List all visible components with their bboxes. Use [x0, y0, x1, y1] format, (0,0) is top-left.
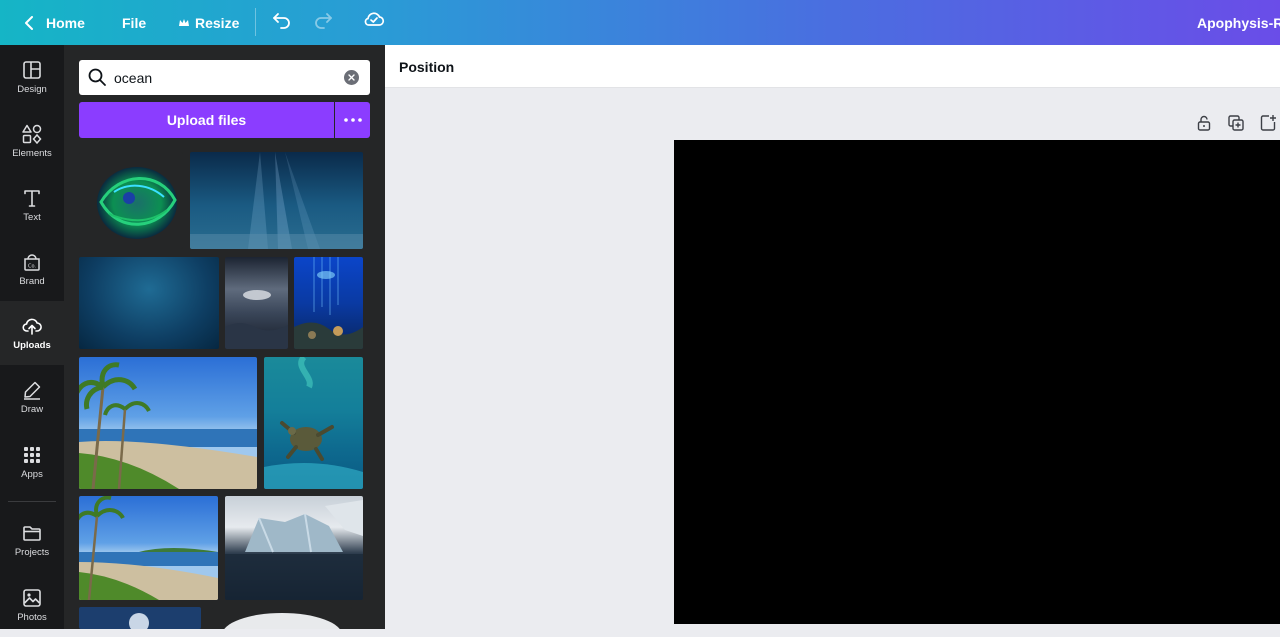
pen-icon	[24, 381, 41, 400]
thumbnail-underwater-rays[interactable]	[190, 152, 363, 249]
palm-beach-small-image	[79, 496, 218, 600]
chevron-left-icon	[25, 15, 33, 30]
rail-item-label: Uploads	[13, 339, 51, 351]
resize-label: Resize	[195, 14, 240, 31]
lock-page-button[interactable]	[1195, 114, 1213, 132]
home-button[interactable]: Home	[24, 0, 85, 45]
shapes-icon	[22, 124, 42, 144]
add-page-button[interactable]	[1259, 114, 1277, 132]
position-button[interactable]: Position	[399, 45, 454, 88]
folder-icon	[23, 525, 41, 541]
undo-button[interactable]	[270, 8, 294, 32]
rail-item-apps[interactable]: Apps	[0, 430, 64, 494]
rail-item-label: Apps	[21, 468, 43, 480]
thumbnail-underwater-jellyfish[interactable]	[294, 257, 363, 349]
palm-beach-image	[79, 362, 257, 489]
more-horizontal-icon	[343, 118, 362, 122]
rail-item-label: Text	[23, 211, 41, 223]
rail-item-label: Projects	[14, 546, 50, 558]
brand-kit-icon: Co.	[24, 253, 40, 271]
context-toolbar: Position	[385, 45, 1280, 88]
iceberg-image	[225, 500, 363, 600]
fractal-fish-image	[97, 167, 177, 239]
white-shape-image	[224, 613, 340, 629]
redo-button[interactable]	[311, 8, 335, 32]
thumbnail-palm-beach-small[interactable]	[79, 496, 218, 600]
cloud-check-icon	[364, 12, 385, 26]
svg-text:Co.: Co.	[28, 263, 36, 269]
undo-icon	[273, 13, 290, 29]
toolbar-divider	[255, 8, 256, 36]
search-icon	[88, 68, 106, 86]
rail-item-text[interactable]: Text	[0, 173, 64, 237]
thumbnail-sea-turtle[interactable]	[264, 357, 363, 489]
add-page-icon	[1260, 115, 1276, 131]
cloud-upload-icon	[22, 318, 42, 335]
rail-item-draw[interactable]: Draw	[0, 365, 64, 429]
rail-item-photos[interactable]: Photos	[0, 573, 64, 637]
thumbnail-fractal-fish[interactable]	[79, 152, 183, 249]
underwater-rays-image	[190, 152, 363, 249]
grid-icon	[24, 446, 40, 463]
crown-icon	[179, 18, 189, 26]
design-page[interactable]	[674, 140, 1280, 624]
rail-item-projects[interactable]: Projects	[0, 508, 64, 572]
upload-files-label: Upload files	[166, 112, 247, 128]
thumbnail-iceberg[interactable]	[225, 496, 363, 600]
home-label: Home	[46, 14, 85, 31]
sea-turtle-image	[264, 357, 363, 489]
top-bar: Home File Resize Apophysis-Re	[0, 0, 1280, 45]
lock-icon	[1197, 115, 1211, 131]
redo-icon	[315, 13, 332, 29]
save-status-button[interactable]	[362, 7, 386, 31]
rail-item-label: Design	[17, 83, 47, 95]
close-icon	[348, 74, 355, 81]
rail-divider	[8, 501, 56, 502]
duplicate-page-button[interactable]	[1227, 114, 1245, 132]
text-icon	[24, 189, 40, 207]
uploads-panel: Upload files	[64, 45, 385, 629]
thumbnail-palm-beach[interactable]	[79, 357, 257, 489]
thumbnail-storm-sea[interactable]	[225, 257, 288, 349]
rail-item-label: Brand	[19, 275, 45, 287]
underwater-jellyfish-image	[294, 257, 363, 349]
rail-item-elements[interactable]: Elements	[0, 109, 64, 173]
file-label: File	[122, 14, 147, 31]
duplicate-icon	[1228, 115, 1244, 131]
rail-item-brand[interactable]: Co. Brand	[0, 237, 64, 301]
upload-more-options-button[interactable]	[335, 102, 370, 138]
left-rail: Design Elements Text Co. Brand Uploads D…	[0, 45, 64, 629]
thumbnail-deep-blue-water[interactable]	[79, 257, 219, 349]
clear-search-button[interactable]	[344, 70, 359, 85]
image-icon	[23, 588, 41, 607]
upload-files-button[interactable]: Upload files	[79, 102, 334, 138]
layout-icon	[23, 60, 41, 79]
rail-item-label: Draw	[20, 403, 44, 415]
rail-item-design[interactable]: Design	[0, 45, 64, 109]
rail-item-label: Elements	[12, 147, 52, 159]
search-input[interactable]	[114, 60, 334, 95]
file-menu-button[interactable]: File	[122, 0, 146, 45]
storm-sea-image	[225, 290, 288, 349]
search-box	[79, 60, 370, 95]
rail-item-uploads[interactable]: Uploads	[0, 301, 64, 365]
moon-image	[129, 613, 149, 629]
resize-button[interactable]: Resize	[178, 0, 239, 45]
design-title[interactable]: Apophysis-Re	[1197, 0, 1280, 45]
thumbnail-moon[interactable]	[79, 607, 201, 629]
thumbnail-white-shape[interactable]	[212, 607, 352, 629]
rail-item-label: Photos	[17, 611, 47, 623]
